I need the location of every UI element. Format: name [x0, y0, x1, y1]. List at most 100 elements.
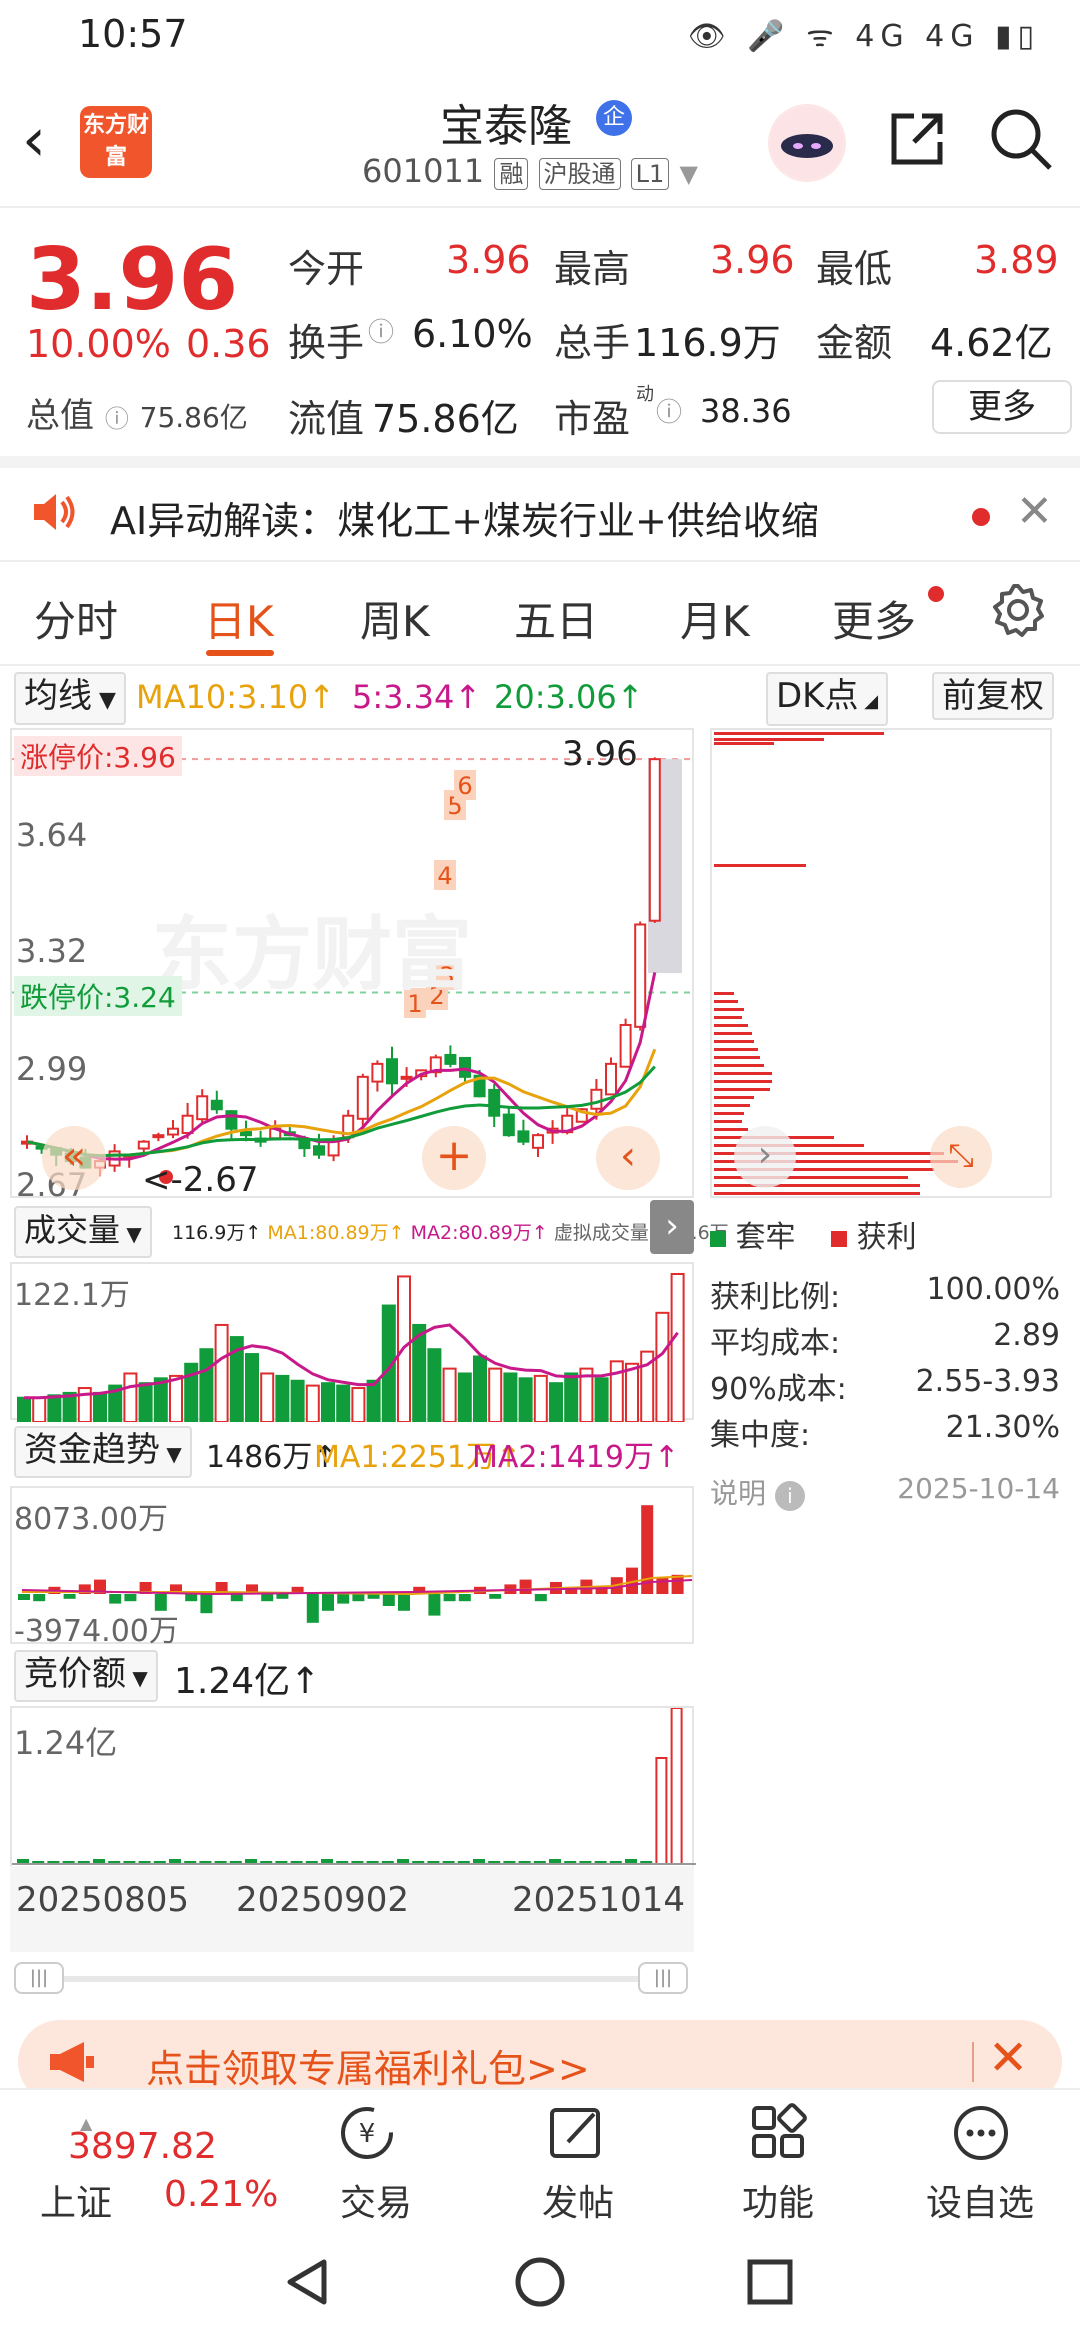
- fullscreen-icon[interactable]: ⤡: [930, 1126, 992, 1188]
- float-value: 75.86亿: [372, 397, 519, 441]
- crosshair-add-icon[interactable]: +: [422, 1126, 486, 1190]
- search-icon[interactable]: [988, 106, 1054, 181]
- assistant-avatar-icon[interactable]: [768, 104, 846, 182]
- cost90-label: 90%成本:: [710, 1372, 847, 1407]
- legend-profit: 获利: [856, 1220, 917, 1255]
- unread-dot: [972, 508, 990, 526]
- close-icon[interactable]: ✕: [1016, 486, 1053, 537]
- tab-weekly-k[interactable]: 周K: [360, 588, 430, 649]
- info-icon[interactable]: ⓘ: [368, 312, 394, 349]
- volume-bar: [442, 1367, 457, 1422]
- chip-bar: [714, 1064, 764, 1067]
- dropdown-icon[interactable]: ▼: [679, 160, 697, 188]
- close-icon[interactable]: ✕: [988, 2030, 1028, 2086]
- avg-cost-label: 平均成本:: [710, 1326, 841, 1361]
- capital-bar: [322, 1594, 334, 1611]
- functions-icon[interactable]: [746, 2100, 812, 2170]
- pe-value: 38.36: [700, 392, 792, 430]
- ma-select[interactable]: 均线 ▼: [14, 672, 126, 725]
- volume-bar: [169, 1374, 183, 1422]
- high-label: 最高: [554, 247, 631, 291]
- note-link[interactable]: 说明 i: [710, 1472, 805, 1512]
- range-left-handle[interactable]: |||: [14, 1962, 64, 1994]
- capital-ma2: MA2:1419万↑: [472, 1440, 680, 1475]
- recents-square-icon[interactable]: [742, 2254, 798, 2314]
- nav-watchlist[interactable]: 设自选: [910, 2174, 1050, 2226]
- chip-bar: [714, 1000, 738, 1003]
- range-scrollbar[interactable]: ||| |||: [14, 1962, 690, 1994]
- auction-chart[interactable]: 1.24亿: [10, 1706, 696, 1866]
- nav-post[interactable]: 发帖: [508, 2174, 648, 2226]
- ma-select-label: 均线: [24, 676, 92, 716]
- volume-chart[interactable]: 122.1万: [10, 1262, 694, 1422]
- auction-select[interactable]: 竞价额 ▼: [14, 1650, 158, 1702]
- tab-daily-k[interactable]: 日K: [204, 588, 274, 649]
- volume-bar: [123, 1372, 138, 1422]
- chip-chart[interactable]: › ⤡: [710, 728, 1052, 1198]
- home-circle-icon[interactable]: [512, 2254, 568, 2314]
- tab-more[interactable]: 更多: [832, 588, 916, 649]
- capital-bar: [489, 1594, 502, 1599]
- capital-bar: [443, 1594, 456, 1602]
- volume-bar: [655, 1311, 670, 1422]
- volume-bar: [457, 1372, 472, 1422]
- chip-date: 2025-10-14: [897, 1472, 1060, 1505]
- volume-bar: [336, 1384, 351, 1422]
- info-icon[interactable]: ⓘ: [656, 392, 682, 429]
- tab-five-day[interactable]: 五日: [514, 588, 598, 649]
- more-button[interactable]: 更多: [932, 380, 1072, 434]
- capital-bar: [458, 1594, 471, 1602]
- nav-trade[interactable]: 交易: [306, 2174, 446, 2226]
- info-icon[interactable]: ⓘ: [105, 405, 129, 433]
- expand-arrow-icon[interactable]: ›: [650, 1200, 694, 1254]
- candle-body: [181, 1114, 194, 1134]
- volume-header: 成交量 ▼ 116.9万↑ MA1:80.89万↑ MA2:80.89万↑ 虚拟…: [10, 1200, 729, 1258]
- volume-bar: [305, 1384, 320, 1422]
- capital-bar: [230, 1594, 243, 1602]
- profit-ratio-value: 100.00%: [926, 1272, 1060, 1307]
- open-label: 今开: [288, 247, 365, 291]
- ma10-value: MA10:3.10↑: [136, 678, 336, 716]
- post-icon[interactable]: [544, 2100, 610, 2170]
- capital-chart[interactable]: 8073.00万 -3974.00万: [10, 1486, 694, 1649]
- chip-bar: [714, 1048, 758, 1051]
- chevron-right-icon[interactable]: ›: [734, 1126, 796, 1188]
- watchlist-icon[interactable]: [948, 2100, 1014, 2170]
- pan-right-icon[interactable]: ‹: [596, 1126, 660, 1190]
- range-right-handle[interactable]: |||: [638, 1962, 688, 1994]
- volume-bar: [518, 1377, 533, 1422]
- tab-monthly-k[interactable]: 月K: [680, 588, 750, 649]
- chip-bar: [714, 1032, 752, 1035]
- volume-bar: [214, 1323, 229, 1422]
- back-triangle-icon[interactable]: [280, 2254, 336, 2314]
- change-value: 0.36: [186, 322, 271, 366]
- volume-select[interactable]: 成交量 ▼: [14, 1206, 152, 1258]
- settings-gear-icon[interactable]: [990, 582, 1046, 642]
- capital-bar: [124, 1594, 137, 1602]
- tab-intraday[interactable]: 分时: [34, 588, 118, 649]
- volume-label: 总手: [554, 321, 631, 365]
- volume-bar: [153, 1377, 168, 1422]
- candle-body: [298, 1140, 311, 1150]
- app-logo: 东方财富: [80, 106, 152, 178]
- unread-dot: [928, 586, 944, 602]
- volume-bar: [47, 1394, 62, 1422]
- nav-functions[interactable]: 功能: [708, 2174, 848, 2226]
- amount-value: 4.62亿: [930, 321, 1053, 365]
- y-axis-label: 2.99: [16, 1050, 88, 1088]
- back-icon[interactable]: ‹: [22, 110, 46, 170]
- capital-select[interactable]: 资金趋势 ▼: [14, 1426, 192, 1478]
- megaphone-icon: [46, 2038, 98, 2090]
- volume-bar: [594, 1377, 609, 1422]
- chip-bar: [714, 864, 806, 867]
- chip-bar: [714, 1104, 750, 1107]
- ai-insight-bar[interactable]: AI异动解读：煤化工+煤炭行业+供给收缩 ✕: [0, 456, 1080, 562]
- point-tag: 6: [457, 772, 472, 800]
- pan-left-icon[interactable]: «: [42, 1126, 106, 1190]
- kline-chart[interactable]: 123456 东方财富 涨停价:3.96 跌停价:3.24 3.64 3.32 …: [10, 728, 696, 1204]
- chip-bar: [714, 1096, 754, 1099]
- candle-body: [634, 923, 647, 1028]
- low-label: 最低: [816, 247, 893, 291]
- trade-icon[interactable]: ¥: [334, 2100, 400, 2170]
- share-icon[interactable]: [886, 108, 948, 179]
